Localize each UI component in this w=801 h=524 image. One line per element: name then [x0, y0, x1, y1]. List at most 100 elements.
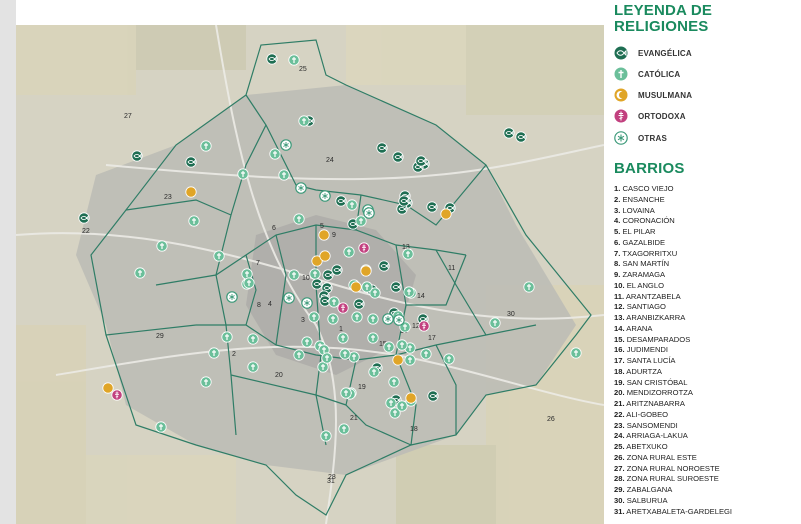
otras-marker[interactable] — [295, 182, 307, 194]
catolica-marker[interactable] — [388, 376, 400, 388]
catolica-marker[interactable] — [200, 140, 212, 152]
catolica-marker[interactable] — [243, 277, 255, 289]
catolica-marker[interactable] — [308, 311, 320, 323]
musulmana-marker[interactable] — [102, 382, 114, 394]
catolica-marker[interactable] — [188, 215, 200, 227]
barrio-item: 11. ARANTZABELA — [614, 292, 732, 303]
musulmana-marker[interactable] — [350, 281, 362, 293]
catolica-marker[interactable] — [293, 213, 305, 225]
catolica-marker[interactable] — [346, 199, 358, 211]
catolica-marker[interactable] — [523, 281, 535, 293]
catolica-marker[interactable] — [134, 267, 146, 279]
catolica-marker[interactable] — [402, 248, 414, 260]
evangelica-marker[interactable] — [415, 155, 427, 167]
catolica-marker[interactable] — [368, 366, 380, 378]
catolica-marker[interactable] — [328, 296, 340, 308]
catolica-marker[interactable] — [241, 268, 253, 280]
catolica-marker[interactable] — [338, 423, 350, 435]
catolica-marker[interactable] — [288, 269, 300, 281]
otras-marker[interactable] — [319, 190, 331, 202]
barrio-number: 16. — [614, 345, 625, 355]
otras-marker[interactable] — [280, 139, 292, 151]
catolica-marker[interactable] — [343, 246, 355, 258]
evangelica-marker[interactable] — [515, 131, 527, 143]
otras-marker[interactable] — [363, 207, 375, 219]
evangelica-marker[interactable] — [392, 151, 404, 163]
catolica-marker[interactable] — [367, 313, 379, 325]
catolica-marker[interactable] — [396, 339, 408, 351]
ortodoxa-marker[interactable] — [337, 302, 349, 314]
catolica-marker[interactable] — [213, 250, 225, 262]
catolica-marker[interactable] — [200, 376, 212, 388]
musulmana-marker[interactable] — [440, 208, 452, 220]
catolica-marker[interactable] — [156, 240, 168, 252]
musulmana-marker[interactable] — [318, 229, 330, 241]
catolica-marker[interactable] — [247, 361, 259, 373]
catolica-marker[interactable] — [367, 332, 379, 344]
religions-map[interactable]: 1234567891011121314151617181920212223242… — [16, 25, 604, 524]
catolica-marker[interactable] — [489, 317, 501, 329]
musulmana-marker[interactable] — [405, 392, 417, 404]
catolica-marker[interactable] — [298, 115, 310, 127]
legend-label-musulmana: MUSULMANA — [638, 90, 693, 100]
barrio-number: 10. — [614, 280, 625, 290]
catolica-marker[interactable] — [301, 336, 313, 348]
catolica-marker[interactable] — [403, 286, 415, 298]
catolica-marker[interactable] — [208, 347, 220, 359]
catolica-marker[interactable] — [288, 54, 300, 66]
catolica-marker[interactable] — [355, 215, 367, 227]
evangelica-marker[interactable] — [378, 260, 390, 272]
catolica-marker[interactable] — [309, 268, 321, 280]
evangelica-marker[interactable] — [390, 281, 402, 293]
otras-marker[interactable] — [283, 292, 295, 304]
catolica-marker[interactable] — [278, 169, 290, 181]
otras-marker[interactable] — [382, 313, 394, 325]
catolica-marker[interactable] — [337, 332, 349, 344]
evangelica-marker[interactable] — [185, 156, 197, 168]
catolica-marker[interactable] — [321, 352, 333, 364]
catolica-marker[interactable] — [443, 353, 455, 365]
catolica-marker[interactable] — [339, 348, 351, 360]
catolica-marker[interactable] — [340, 387, 352, 399]
catolica-marker[interactable] — [351, 311, 363, 323]
ortodoxa-marker[interactable] — [358, 242, 370, 254]
catolica-marker[interactable] — [361, 281, 373, 293]
otras-marker[interactable] — [301, 297, 313, 309]
evangelica-marker[interactable] — [376, 142, 388, 154]
evangelica-marker[interactable] — [503, 127, 515, 139]
evangelica-marker[interactable] — [311, 278, 323, 290]
musulmana-marker[interactable] — [319, 250, 331, 262]
catolica-marker[interactable] — [420, 348, 432, 360]
ortodoxa-marker[interactable] — [418, 320, 430, 332]
musulmana-marker[interactable] — [185, 186, 197, 198]
evangelica-marker[interactable] — [427, 390, 439, 402]
musulmana-marker[interactable] — [392, 354, 404, 366]
catolica-marker[interactable] — [320, 430, 332, 442]
otras-marker[interactable] — [226, 291, 238, 303]
evangelica-marker[interactable] — [266, 53, 278, 65]
catolica-marker[interactable] — [404, 354, 416, 366]
evangelica-marker[interactable] — [131, 150, 143, 162]
catolica-marker[interactable] — [247, 333, 259, 345]
evangelica-marker[interactable] — [322, 269, 334, 281]
evangelica-marker[interactable] — [426, 201, 438, 213]
evangelica-marker[interactable] — [353, 298, 365, 310]
catolica-marker[interactable] — [237, 168, 249, 180]
catolica-marker[interactable] — [383, 341, 395, 353]
catolica-marker[interactable] — [221, 331, 233, 343]
orthodox-cross-icon — [614, 109, 628, 123]
catolica-marker[interactable] — [385, 397, 397, 409]
otras-marker[interactable] — [393, 314, 405, 326]
catolica-marker[interactable] — [155, 421, 167, 433]
musulmana-marker[interactable] — [360, 265, 372, 277]
evangelica-marker[interactable] — [398, 195, 410, 207]
catolica-marker[interactable] — [293, 349, 305, 361]
evangelica-marker[interactable] — [78, 212, 90, 224]
catolica-marker[interactable] — [327, 313, 339, 325]
district-number-9: 9 — [332, 232, 336, 239]
catolica-marker[interactable] — [269, 148, 281, 160]
ortodoxa-marker[interactable] — [111, 389, 123, 401]
district-number-23: 23 — [164, 194, 172, 201]
catolica-marker[interactable] — [570, 347, 582, 359]
evangelica-marker[interactable] — [335, 195, 347, 207]
